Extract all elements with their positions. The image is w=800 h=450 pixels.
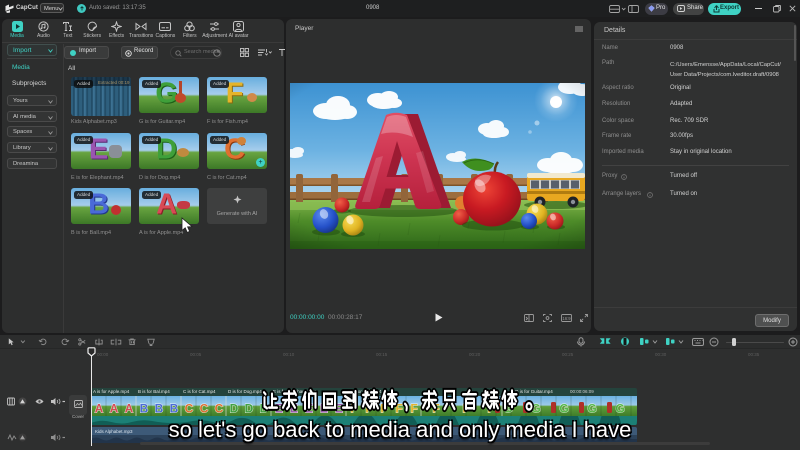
svg-text:D: D bbox=[245, 401, 254, 415]
svg-text:E: E bbox=[290, 401, 298, 415]
svg-text:F: F bbox=[487, 401, 494, 415]
svg-text:C: C bbox=[200, 401, 209, 415]
svg-text:A: A bbox=[110, 401, 119, 415]
svg-text:E: E bbox=[335, 401, 343, 415]
svg-text:A: A bbox=[95, 401, 104, 415]
svg-text:D: D bbox=[260, 401, 269, 415]
svg-text:G: G bbox=[531, 401, 540, 415]
svg-text:E: E bbox=[305, 401, 313, 415]
svg-text:B: B bbox=[170, 401, 179, 415]
svg-text:D: D bbox=[230, 401, 239, 415]
svg-text:C: C bbox=[215, 401, 224, 415]
svg-text:E: E bbox=[320, 401, 328, 415]
svg-text:F: F bbox=[350, 401, 357, 415]
svg-text:B: B bbox=[155, 401, 164, 415]
svg-text:G: G bbox=[615, 401, 624, 415]
svg-text:F: F bbox=[395, 401, 402, 415]
svg-text:E: E bbox=[275, 401, 283, 415]
svg-text:F: F bbox=[410, 401, 417, 415]
svg-text:A: A bbox=[125, 401, 134, 415]
svg-text:F: F bbox=[380, 401, 387, 415]
svg-text:G: G bbox=[587, 401, 596, 415]
svg-text:F: F bbox=[365, 401, 372, 415]
svg-text:16:9: 16:9 bbox=[562, 316, 571, 321]
svg-text:C: C bbox=[185, 401, 194, 415]
svg-text:G: G bbox=[559, 401, 568, 415]
svg-text:B: B bbox=[140, 401, 149, 415]
